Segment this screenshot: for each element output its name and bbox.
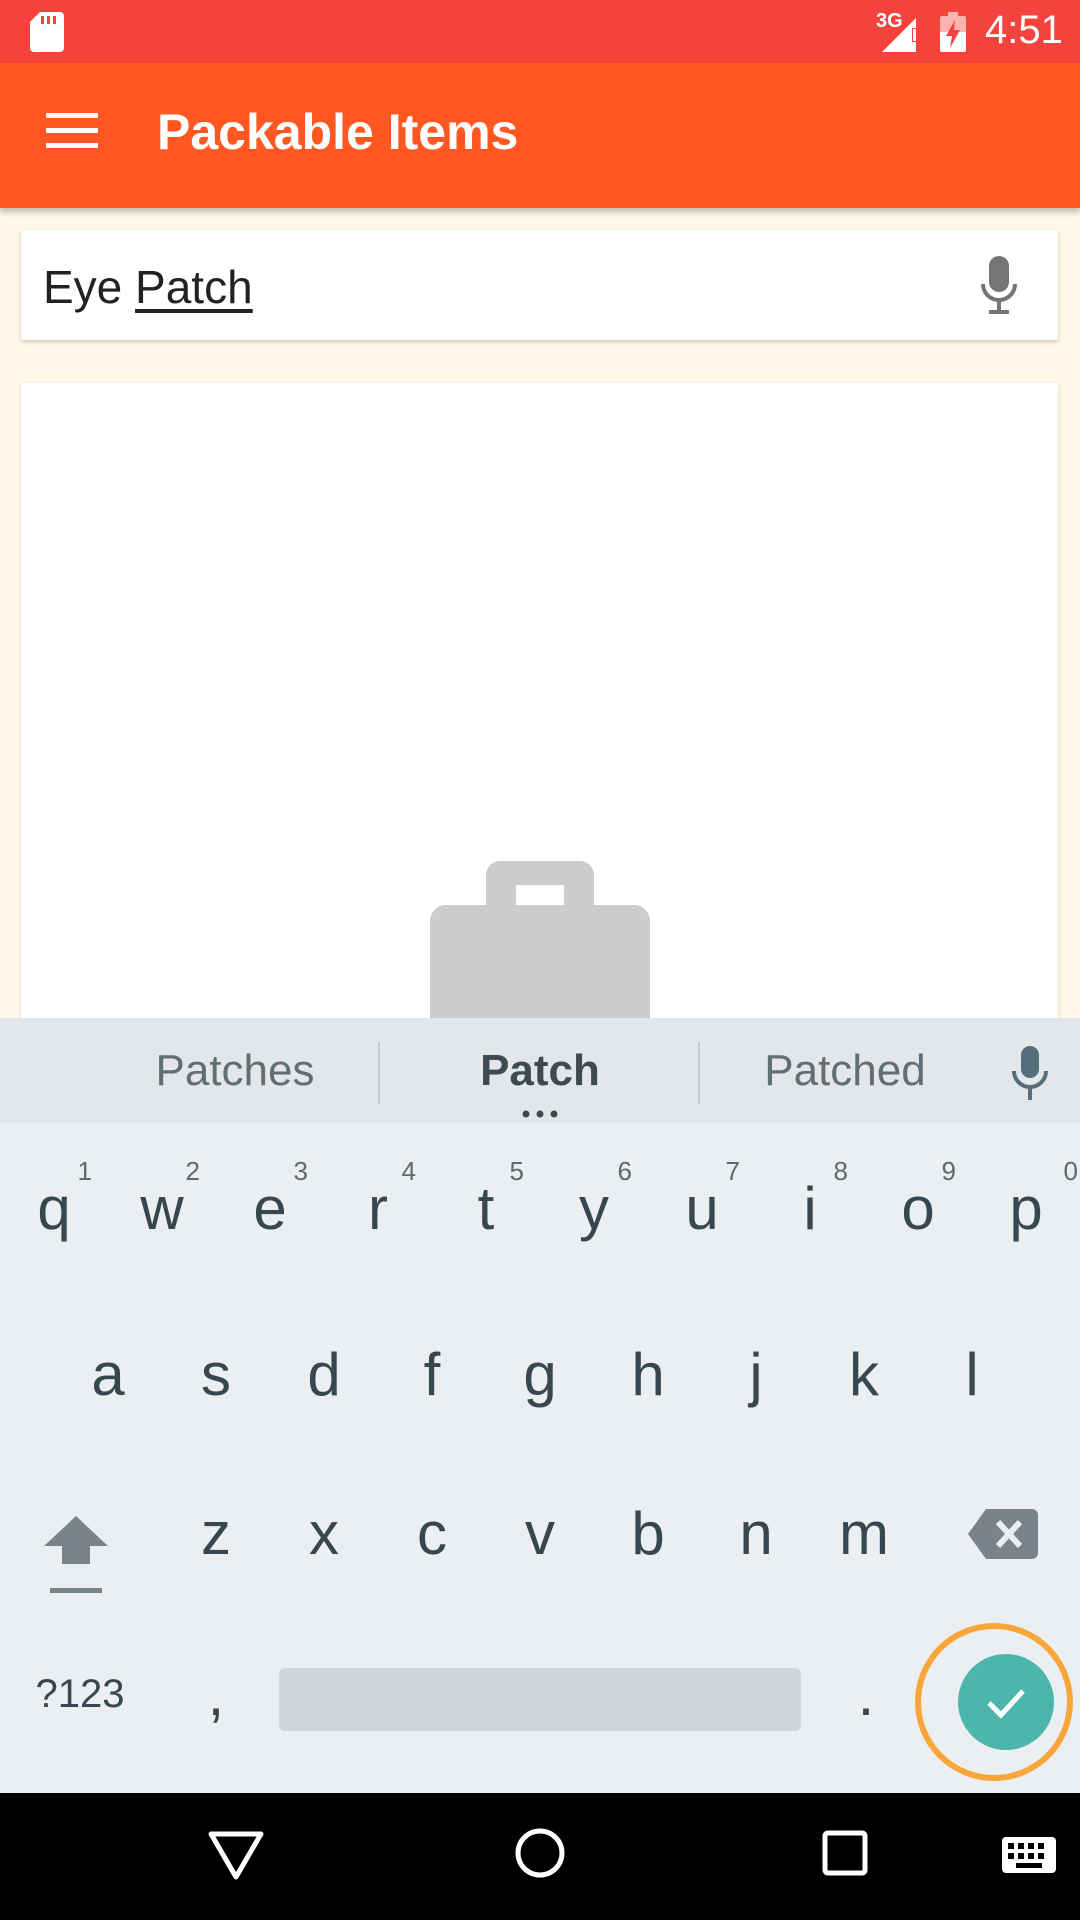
signal-icon	[882, 18, 917, 52]
key-r[interactable]: r4	[324, 1130, 432, 1280]
backspace-icon[interactable]	[968, 1504, 1038, 1564]
key-b[interactable]: b	[594, 1455, 702, 1605]
sd-card-icon	[30, 12, 64, 52]
search-field[interactable]: Eye Patch	[21, 230, 1058, 340]
key-p[interactable]: p0	[972, 1130, 1080, 1280]
key-s[interactable]: s	[162, 1290, 270, 1440]
more-suggestions-icon[interactable]	[520, 1110, 560, 1118]
key-n[interactable]: n	[702, 1455, 810, 1605]
navigation-bar	[0, 1793, 1080, 1920]
back-triangle-icon[interactable]	[208, 1831, 264, 1881]
key-y[interactable]: y6	[540, 1130, 648, 1280]
enter-button[interactable]	[915, 1623, 1073, 1781]
key-q[interactable]: q1	[0, 1130, 108, 1280]
key-w[interactable]: w2	[108, 1130, 216, 1280]
battery-charging-icon	[940, 12, 966, 52]
hamburger-menu-icon[interactable]	[46, 113, 98, 153]
key-i[interactable]: i8	[756, 1130, 864, 1280]
search-committed-text: Eye	[43, 261, 136, 313]
key-e[interactable]: e3	[216, 1130, 324, 1280]
key-v[interactable]: v	[486, 1455, 594, 1605]
suggestion-center[interactable]: Patch	[430, 1046, 650, 1096]
key-h[interactable]: h	[594, 1290, 702, 1440]
suggestion-divider	[698, 1042, 700, 1104]
key-z[interactable]: z	[162, 1455, 270, 1605]
status-bar: 3G 4:51	[0, 0, 1080, 63]
key-x[interactable]: x	[270, 1455, 378, 1605]
app-toolbar: Packable Items	[0, 63, 1080, 208]
shift-key-icon[interactable]	[34, 1488, 118, 1598]
search-composing-text: Patch	[135, 261, 253, 313]
key-g[interactable]: g	[486, 1290, 594, 1440]
period-key[interactable]: .	[826, 1660, 906, 1729]
voice-input-icon[interactable]	[1010, 1046, 1050, 1102]
key-j[interactable]: j	[702, 1290, 810, 1440]
checkmark-icon	[987, 1689, 1025, 1719]
items-list-card	[21, 383, 1058, 1023]
recent-apps-square-icon[interactable]	[822, 1830, 868, 1876]
keyboard-switch-icon[interactable]	[1002, 1837, 1056, 1873]
search-input[interactable]: Eye Patch	[43, 260, 253, 314]
key-l[interactable]: l	[918, 1290, 1026, 1440]
suggestion-divider	[378, 1042, 380, 1104]
key-k[interactable]: k	[810, 1290, 918, 1440]
briefcase-icon	[430, 861, 650, 1023]
clock: 4:51	[985, 8, 1063, 52]
comma-key[interactable]: ,	[176, 1660, 256, 1729]
key-o[interactable]: o9	[864, 1130, 972, 1280]
key-c[interactable]: c	[378, 1455, 486, 1605]
key-u[interactable]: u7	[648, 1130, 756, 1280]
key-a[interactable]: a	[54, 1290, 162, 1440]
suggestion-right[interactable]: Patched	[740, 1046, 950, 1096]
suggestion-left[interactable]: Patches	[130, 1046, 340, 1096]
key-d[interactable]: d	[270, 1290, 378, 1440]
symbols-key[interactable]: ?123	[20, 1672, 140, 1717]
suggestion-strip: Patches Patch Patched	[0, 1018, 1080, 1123]
key-m[interactable]: m	[810, 1455, 918, 1605]
key-f[interactable]: f	[378, 1290, 486, 1440]
page-title: Packable Items	[157, 104, 519, 160]
home-circle-icon[interactable]	[514, 1827, 566, 1879]
microphone-icon[interactable]	[979, 256, 1019, 316]
enter-button-circle[interactable]	[958, 1654, 1054, 1750]
key-t[interactable]: t5	[432, 1130, 540, 1280]
space-bar[interactable]	[279, 1668, 801, 1731]
